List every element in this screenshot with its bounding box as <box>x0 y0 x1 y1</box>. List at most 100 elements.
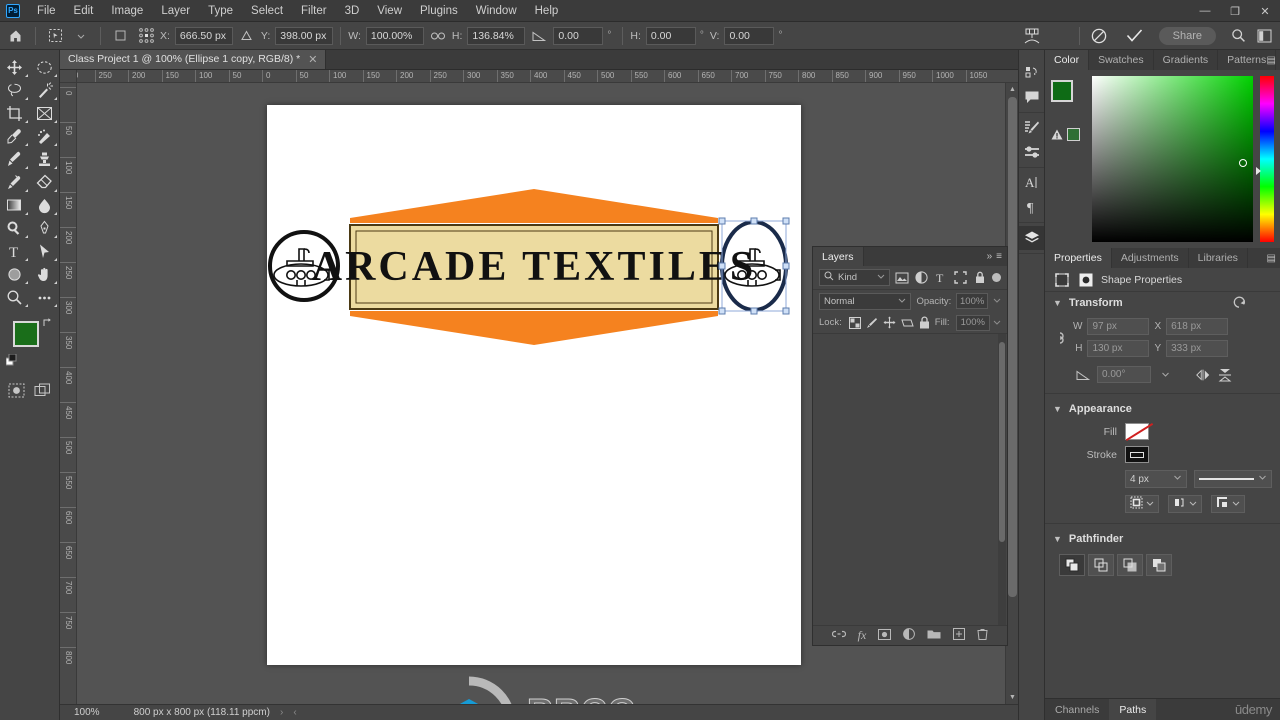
reference-point-checkbox[interactable] <box>108 25 132 47</box>
color-field-cursor[interactable] <box>1239 159 1247 167</box>
fill-input[interactable]: 100% <box>955 314 990 331</box>
smart-object-filter-icon[interactable] <box>973 270 989 286</box>
panel-menu-icon[interactable]: ≡ <box>996 251 1002 262</box>
new-layer-icon[interactable] <box>953 628 966 643</box>
frame-tool[interactable] <box>30 102 60 125</box>
width-input[interactable]: 100.00% <box>365 26 424 45</box>
zoom-level[interactable]: 100% <box>74 707 100 718</box>
pixel-layers-filter-icon[interactable] <box>894 270 910 286</box>
menu-help[interactable]: Help <box>526 2 568 20</box>
stroke-align-icon[interactable] <box>1125 495 1159 513</box>
menu-edit[interactable]: Edit <box>65 2 103 20</box>
chevron-down-icon[interactable] <box>877 272 885 283</box>
pen-tool[interactable] <box>30 217 60 240</box>
layers-scrollbar[interactable] <box>998 334 1006 625</box>
search-icon[interactable] <box>1226 25 1250 47</box>
angle-dropdown-icon[interactable] <box>1157 367 1173 383</box>
color-field[interactable] <box>1092 76 1253 242</box>
tab-color[interactable]: Color <box>1045 50 1090 70</box>
tab-libraries[interactable]: Libraries <box>1189 248 1248 268</box>
quick-mask-icon[interactable] <box>8 379 25 402</box>
tab-swatches[interactable]: Swatches <box>1089 50 1154 70</box>
skew-h-input[interactable]: 0.00 <box>645 26 696 45</box>
width-input[interactable]: 97 px <box>1087 318 1150 335</box>
move-tool[interactable] <box>0 56 30 79</box>
history-icon[interactable] <box>1019 61 1044 85</box>
layer-mask-icon[interactable] <box>878 628 892 643</box>
scroll-down-arrow[interactable]: ▼ <box>1006 691 1019 704</box>
edit-toolbar-tool[interactable] <box>30 286 60 309</box>
brush-tool[interactable] <box>0 148 30 171</box>
warp-icon[interactable] <box>1020 25 1044 47</box>
opacity-input[interactable]: 100% <box>956 293 988 309</box>
gradient-tool[interactable] <box>0 194 30 217</box>
vertical-ruler[interactable]: 0 50 100 150 200 250 300 350 400 450 500 550 600 650 7… <box>60 83 77 704</box>
collapse-panel-icon[interactable]: » <box>987 251 993 262</box>
delete-layer-icon[interactable] <box>977 628 988 643</box>
home-icon[interactable] <box>4 25 28 47</box>
lasso-tool[interactable] <box>0 79 30 102</box>
tab-channels[interactable]: Channels <box>1045 699 1109 720</box>
zoom-tool[interactable] <box>0 286 30 309</box>
stroke-style-select[interactable] <box>1194 470 1272 488</box>
lock-all-icon[interactable] <box>917 315 931 331</box>
cancel-transform-icon[interactable] <box>1087 25 1111 47</box>
layer-kind-select[interactable]: Kind <box>819 269 890 286</box>
eraser-tool[interactable] <box>30 171 60 194</box>
pathfinder-section-header[interactable]: ▼ Pathfinder <box>1045 528 1280 550</box>
web-safe-color-icon[interactable] <box>1067 128 1080 144</box>
eyedropper-tool[interactable] <box>0 125 30 148</box>
menu-layer[interactable]: Layer <box>152 2 199 20</box>
menu-select[interactable]: Select <box>242 2 292 20</box>
x-input[interactable]: 618 px <box>1166 318 1229 335</box>
chevron-down-icon[interactable] <box>1258 473 1267 485</box>
intersect-shapes-button[interactable] <box>1117 554 1143 576</box>
hue-strip[interactable] <box>1256 76 1274 242</box>
rotation-input[interactable]: 0.00 <box>553 26 604 45</box>
flip-horizontal-icon[interactable] <box>1195 367 1211 383</box>
y-input[interactable]: 398.00 px <box>275 26 334 45</box>
layers-list[interactable] <box>813 334 1007 625</box>
link-layers-icon[interactable] <box>831 629 846 642</box>
menu-3d[interactable]: 3D <box>336 2 369 20</box>
stroke-caps-icon[interactable] <box>1168 495 1202 513</box>
reference-point-grid[interactable] <box>134 25 158 47</box>
adjustment-layers-filter-icon[interactable] <box>913 270 929 286</box>
lock-artboard-nesting-icon[interactable] <box>900 315 914 331</box>
color-panel-foreground-swatch[interactable] <box>1051 80 1073 102</box>
document-tab[interactable]: Class Project 1 @ 100% (Ellipse 1 copy, … <box>60 49 327 69</box>
y-input[interactable]: 333 px <box>1166 340 1229 357</box>
adjustments-icon[interactable] <box>1019 140 1044 164</box>
menu-filter[interactable]: Filter <box>292 2 336 20</box>
status-expand-arrow[interactable]: › <box>280 707 283 718</box>
menu-type[interactable]: Type <box>199 2 242 20</box>
screen-mode-icon[interactable] <box>34 379 51 402</box>
blur-tool[interactable] <box>30 194 60 217</box>
layers-icon[interactable] <box>1019 226 1044 250</box>
flip-vertical-icon[interactable] <box>1217 367 1233 383</box>
new-group-icon[interactable] <box>927 629 941 643</box>
subtract-front-shape-button[interactable] <box>1088 554 1114 576</box>
crop-tool[interactable] <box>0 102 30 125</box>
default-colors-icon[interactable] <box>5 353 18 369</box>
height-input[interactable]: 136.84% <box>467 26 526 45</box>
tab-adjustments[interactable]: Adjustments <box>1112 248 1189 268</box>
adjustment-layer-icon[interactable] <box>903 628 916 643</box>
swap-colors-icon[interactable] <box>42 317 53 331</box>
shape-layers-filter-icon[interactable] <box>953 270 969 286</box>
workspace-icon[interactable] <box>1252 25 1276 47</box>
horizontal-ruler[interactable]: 3002502001501005005010015020025030035040… <box>77 70 1018 83</box>
panel-menu-icon[interactable]: ▤ <box>1267 55 1276 66</box>
comments-icon[interactable] <box>1019 85 1044 109</box>
scroll-thumb[interactable] <box>1008 97 1017 597</box>
commit-transform-icon[interactable] <box>1123 25 1147 47</box>
opacity-dropdown-icon[interactable] <box>993 295 1001 307</box>
panel-menu-icon[interactable]: ▤ <box>1267 253 1276 264</box>
history-brush-tool[interactable] <box>0 171 30 194</box>
tab-properties[interactable]: Properties <box>1045 248 1112 268</box>
blend-mode-select[interactable]: Normal <box>819 292 912 310</box>
filter-toggle[interactable] <box>992 273 1002 282</box>
foreground-color-swatch[interactable] <box>13 321 39 347</box>
chevron-down-icon[interactable] <box>1173 473 1182 485</box>
scroll-up-arrow[interactable]: ▲ <box>1006 83 1019 96</box>
